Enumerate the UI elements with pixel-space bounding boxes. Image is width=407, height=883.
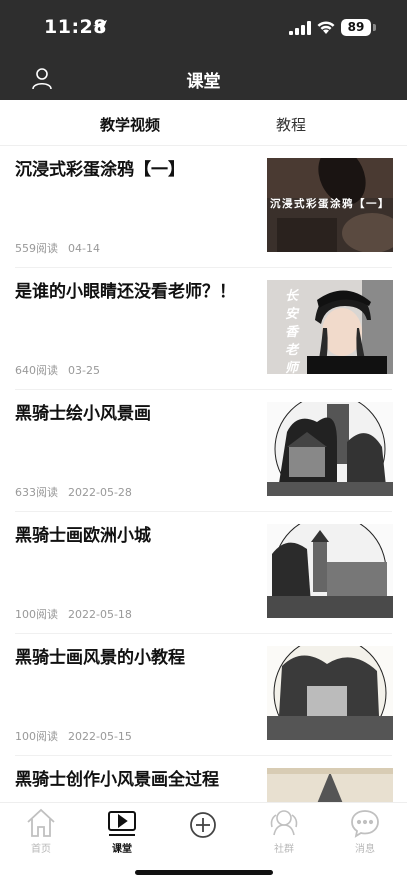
video-thumbnail[interactable] (267, 768, 393, 802)
publish-date: 2022-05-18 (68, 608, 132, 621)
video-thumbnail[interactable] (267, 646, 393, 740)
list-item[interactable]: 黑骑士创作小风景画全过程 (0, 756, 407, 802)
video-title: 黑骑士画欧洲小城 (15, 526, 151, 546)
message-icon (351, 810, 379, 838)
navigation-bar: 课堂 (0, 56, 407, 100)
tab-add[interactable] (173, 807, 233, 840)
read-count: 633阅读 (15, 486, 58, 499)
community-icon (270, 810, 298, 836)
cellular-signal-icon (289, 21, 311, 35)
video-thumbnail[interactable] (267, 402, 393, 496)
video-title: 沉浸式彩蛋涂鸦【一】 (15, 160, 185, 180)
tab-home[interactable]: 首页 (11, 807, 71, 855)
tab-teaching-videos[interactable]: 教学视频 (100, 114, 160, 135)
thumbnail-caption: 沉浸式彩蛋涂鸦【一】 (270, 198, 390, 210)
wifi-icon (317, 21, 335, 34)
content-tabs: 教学视频 教程 (0, 100, 407, 146)
tab-label: 首页 (31, 844, 51, 855)
home-icon (27, 808, 55, 837)
tab-tutorials[interactable]: 教程 (276, 114, 306, 135)
video-list: 沉浸式彩蛋涂鸦【一】 559阅读 04-14 沉浸式彩蛋涂鸦【一】 是谁的小眼睛还… (0, 146, 407, 802)
list-item[interactable]: 沉浸式彩蛋涂鸦【一】 559阅读 04-14 沉浸式彩蛋涂鸦【一】 (0, 146, 407, 268)
video-thumbnail[interactable] (267, 524, 393, 618)
tab-community[interactable]: 社群 (254, 807, 314, 855)
read-count: 100阅读 (15, 730, 58, 743)
video-title: 黑骑士画风景的小教程 (15, 648, 185, 668)
video-meta: 640阅读 03-25 (15, 362, 100, 378)
video-thumbnail[interactable]: 沉浸式彩蛋涂鸦【一】 (267, 158, 393, 252)
video-title: 黑骑士创作小风景画全过程 (15, 770, 219, 790)
list-item[interactable]: 是谁的小眼睛还没看老师？！ 640阅读 03-25 长安香老师 (0, 268, 407, 390)
video-title: 黑骑士绘小风景画 (15, 404, 151, 424)
thumbnail-caption: 长安香老师 (285, 289, 299, 374)
tab-classroom[interactable]: 课堂 (92, 807, 152, 855)
status-bar: 11:28 89 (0, 0, 407, 56)
battery-level: 89 (341, 19, 371, 36)
add-circle-icon (190, 812, 216, 838)
list-item[interactable]: 黑骑士绘小风景画 633阅读 2022-05-28 (0, 390, 407, 512)
page-title: 课堂 (186, 72, 221, 92)
tab-label: 消息 (355, 844, 375, 855)
video-title: 是谁的小眼睛还没看老师？！ (15, 282, 236, 302)
read-count: 559阅读 (15, 242, 58, 255)
home-indicator (135, 870, 273, 875)
tab-label: 课堂 (112, 844, 132, 855)
battery-tip (373, 24, 376, 31)
publish-date: 04-14 (68, 242, 100, 255)
publish-date: 2022-05-15 (68, 730, 132, 743)
video-play-icon (108, 811, 136, 836)
list-item[interactable]: 黑骑士画风景的小教程 100阅读 2022-05-15 (0, 634, 407, 756)
read-count: 100阅读 (15, 608, 58, 621)
location-arrow-icon (93, 20, 107, 34)
video-thumbnail[interactable]: 长安香老师 (267, 280, 393, 374)
read-count: 640阅读 (15, 364, 58, 377)
video-meta: 100阅读 2022-05-18 (15, 606, 132, 622)
video-meta: 559阅读 04-14 (15, 240, 100, 256)
video-meta: 100阅读 2022-05-15 (15, 728, 132, 744)
publish-date: 2022-05-28 (68, 486, 132, 499)
video-meta: 633阅读 2022-05-28 (15, 484, 132, 500)
list-item[interactable]: 黑骑士画欧洲小城 100阅读 2022-05-18 (0, 512, 407, 634)
publish-date: 03-25 (68, 364, 100, 377)
tab-messages[interactable]: 消息 (335, 807, 395, 855)
tab-label: 社群 (274, 844, 294, 855)
